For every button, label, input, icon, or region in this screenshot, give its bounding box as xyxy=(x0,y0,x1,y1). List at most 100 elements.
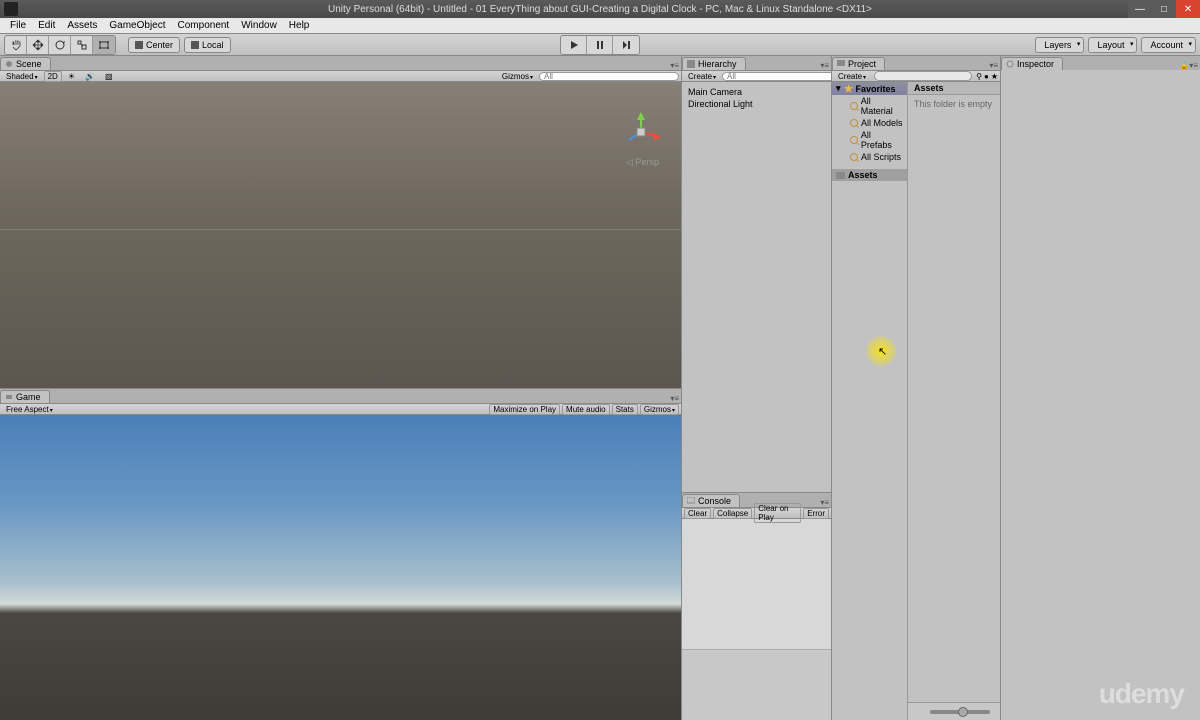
search-icon xyxy=(850,136,858,144)
game-gizmos-dropdown[interactable]: Gizmos xyxy=(640,404,679,415)
inspector-tab[interactable]: Inspector xyxy=(1001,57,1063,70)
mute-audio-toggle[interactable]: Mute audio xyxy=(562,404,610,415)
scene-panel-menu[interactable]: ▾≡ xyxy=(670,61,679,70)
rotate-tool[interactable] xyxy=(49,36,71,54)
game-panel: Game ▾≡ Free Aspect Maximize on Play Mut… xyxy=(0,388,681,720)
project-filter-icon[interactable]: ⚲ xyxy=(976,72,982,81)
hierarchy-list: Main Camera Directional Light xyxy=(682,82,831,114)
game-tab[interactable]: Game xyxy=(0,390,50,403)
console-tab[interactable]: Console xyxy=(682,494,740,507)
console-panel-menu[interactable]: ▾≡ xyxy=(820,498,829,507)
console-toolbar: Clear Collapse Clear on Play Error xyxy=(682,507,831,519)
hierarchy-search[interactable] xyxy=(722,72,842,81)
scene-2d-toggle[interactable]: 2D xyxy=(44,71,62,82)
layout-dropdown[interactable]: Layout xyxy=(1088,37,1137,53)
hierarchy-item[interactable]: Directional Light xyxy=(684,98,829,110)
game-aspect-dropdown[interactable]: Free Aspect xyxy=(2,405,57,414)
console-body[interactable] xyxy=(682,519,831,650)
close-button[interactable]: ✕ xyxy=(1176,0,1200,18)
stats-toggle[interactable]: Stats xyxy=(612,404,638,415)
console-panel: Console ▾≡ Clear Collapse Clear on Play … xyxy=(682,492,831,720)
scene-viewport[interactable]: ◁ Persp xyxy=(0,82,681,388)
hand-tool[interactable] xyxy=(5,36,27,54)
toolbar-right: Layers Layout Account xyxy=(1035,37,1196,53)
play-button[interactable] xyxy=(561,36,587,54)
titlebar: Unity Personal (64bit) - Untitled - 01 E… xyxy=(0,0,1200,18)
hierarchy-item[interactable]: Main Camera xyxy=(684,86,829,98)
local-icon xyxy=(191,41,199,49)
inspector-panel-menu[interactable]: 🔒▾≡ xyxy=(1179,61,1198,70)
scene-light-toggle[interactable]: ☀ xyxy=(64,72,79,81)
favorites-item[interactable]: All Models xyxy=(832,117,907,129)
menu-component[interactable]: Component xyxy=(172,20,236,31)
hierarchy-create-dropdown[interactable]: Create xyxy=(684,72,720,81)
game-panel-menu[interactable]: ▾≡ xyxy=(670,394,679,403)
assets-folder[interactable]: Assets xyxy=(832,169,907,181)
pivot-center-button[interactable]: Center xyxy=(128,37,180,53)
menu-gameobject[interactable]: GameObject xyxy=(103,20,171,31)
favorites-header[interactable]: ▾Favorites xyxy=(832,82,907,95)
menu-assets[interactable]: Assets xyxy=(61,20,103,31)
favorites-item[interactable]: All Prefabs xyxy=(832,129,907,151)
scene-toolbar: Shaded 2D ☀ 🔊 ▧ Gizmos xyxy=(0,70,681,82)
step-button[interactable] xyxy=(613,36,639,54)
perspective-label[interactable]: ◁ Persp xyxy=(626,157,659,168)
window-controls: — □ ✕ xyxy=(1128,0,1200,18)
project-tree-pane: ▾Favorites All Material All Models All P… xyxy=(832,82,908,720)
scene-tab-row: Scene ▾≡ xyxy=(0,56,681,70)
hierarchy-tab[interactable]: Hierarchy xyxy=(682,57,746,70)
layers-dropdown[interactable]: Layers xyxy=(1035,37,1084,53)
console-error-toggle[interactable]: Error xyxy=(803,508,829,519)
maximize-on-play-toggle[interactable]: Maximize on Play xyxy=(489,404,560,415)
hierarchy-tab-row: Hierarchy ▾≡ xyxy=(682,56,831,70)
project-panel-menu[interactable]: ▾≡ xyxy=(989,61,998,70)
hierarchy-panel-menu[interactable]: ▾≡ xyxy=(820,61,829,70)
project-create-dropdown[interactable]: Create xyxy=(834,72,870,81)
hierarchy-icon xyxy=(687,60,695,68)
game-viewport[interactable] xyxy=(0,415,681,720)
project-toolbar: Create ⚲ ● ★ xyxy=(832,70,1000,82)
inspector-column: Inspector 🔒▾≡ xyxy=(1000,56,1200,720)
scene-shading-dropdown[interactable]: Shaded xyxy=(2,72,42,81)
favorites-item[interactable]: All Material xyxy=(832,95,907,117)
menu-window[interactable]: Window xyxy=(235,20,283,31)
project-breadcrumb[interactable]: Assets xyxy=(908,82,1000,95)
scene-audio-toggle[interactable]: 🔊 xyxy=(81,72,99,81)
orientation-gizmo[interactable] xyxy=(621,112,661,152)
menu-edit[interactable]: Edit xyxy=(32,20,61,31)
console-clear-on-play-toggle[interactable]: Clear on Play xyxy=(754,503,801,523)
console-clear-button[interactable]: Clear xyxy=(684,508,711,519)
maximize-button[interactable]: □ xyxy=(1152,0,1176,18)
search-icon xyxy=(850,153,858,161)
menu-file[interactable]: File xyxy=(4,20,32,31)
project-content-area[interactable] xyxy=(908,113,1000,702)
rect-tool[interactable] xyxy=(93,36,115,54)
scene-gizmos-dropdown[interactable]: Gizmos xyxy=(498,72,537,81)
scene-search[interactable] xyxy=(539,72,679,81)
pause-button[interactable] xyxy=(587,36,613,54)
slider-thumb[interactable] xyxy=(958,707,968,717)
console-collapse-toggle[interactable]: Collapse xyxy=(713,508,752,519)
hierarchy-column: Hierarchy ▾≡ Create Main Camera Directio… xyxy=(681,56,831,720)
project-tab[interactable]: Project xyxy=(832,57,885,70)
game-icon xyxy=(5,393,13,401)
project-save-filter-icon[interactable]: ★ xyxy=(991,72,998,81)
project-type-filter-icon[interactable]: ● xyxy=(984,72,989,81)
inspector-tab-row: Inspector 🔒▾≡ xyxy=(1001,56,1200,70)
project-search[interactable] xyxy=(874,71,972,81)
left-column: Scene ▾≡ Shaded 2D ☀ 🔊 ▧ Gizmos ◁ Persp xyxy=(0,56,681,720)
scene-fx-toggle[interactable]: ▧ xyxy=(101,72,117,81)
scene-icon xyxy=(5,60,13,68)
project-empty-message: This folder is empty xyxy=(908,95,1000,113)
scale-tool[interactable] xyxy=(71,36,93,54)
pivot-local-button[interactable]: Local xyxy=(184,37,231,53)
move-tool[interactable] xyxy=(27,36,49,54)
console-footer xyxy=(682,650,831,720)
scene-tab[interactable]: Scene xyxy=(0,57,51,70)
favorites-item[interactable]: All Scripts xyxy=(832,151,907,163)
menubar: File Edit Assets GameObject Component Wi… xyxy=(0,18,1200,34)
account-dropdown[interactable]: Account xyxy=(1141,37,1196,53)
window-title: Unity Personal (64bit) - Untitled - 01 E… xyxy=(328,4,872,15)
menu-help[interactable]: Help xyxy=(283,20,316,31)
minimize-button[interactable]: — xyxy=(1128,0,1152,18)
